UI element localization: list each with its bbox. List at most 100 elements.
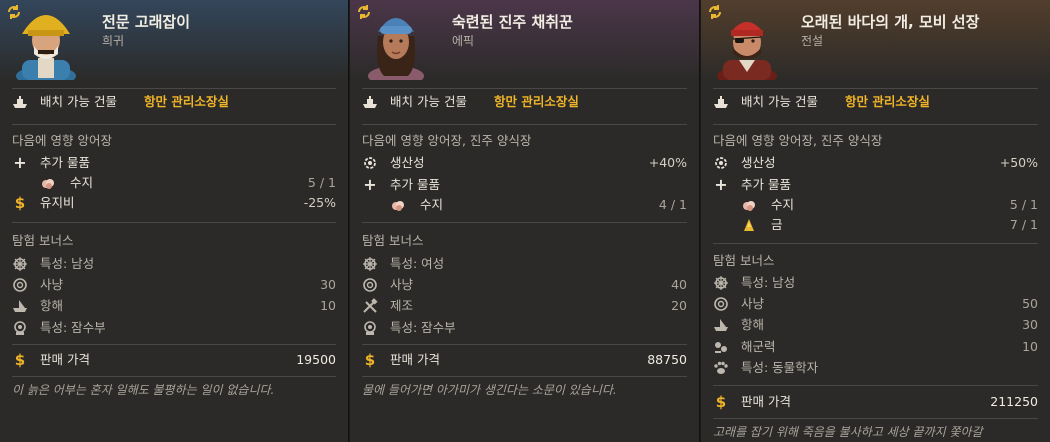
placement-row: 배치 가능 건물 항만 관리소장실 [362, 92, 687, 112]
affects-text: 다음에 영향 앙어장 [12, 133, 112, 148]
placement-building[interactable]: 항만 관리소장실 [144, 92, 229, 112]
divider [12, 222, 336, 223]
card-header: 숙련된 진주 채취꾼 에픽 [350, 0, 699, 82]
dollar-icon: $ [715, 393, 727, 411]
wheel-icon [363, 257, 377, 271]
divider [12, 124, 336, 125]
item-card-1[interactable]: 전문 고래잡이 희귀 배치 가능 건물 항만 관리소장실 다음에 영향 앙어장 … [0, 0, 349, 442]
bonus-label: 특성: 잠수부 [40, 320, 106, 335]
rarity-label: 희귀 [102, 34, 125, 48]
navy-icon [715, 342, 727, 353]
bonus-row: 사냥 30 [12, 275, 336, 295]
stat-label: 수지 [70, 175, 94, 190]
bonus-label: 특성: 잠수부 [390, 320, 456, 335]
bonus-label: 항해 [40, 298, 64, 313]
stat-row: + 추가 물품 [12, 153, 336, 173]
divider [12, 376, 336, 377]
bonus-value: 50 [1022, 296, 1038, 311]
portrait-captain [717, 22, 777, 80]
dollar-icon: $ [364, 351, 376, 369]
crosshair-icon [13, 278, 27, 292]
divider [362, 222, 687, 223]
bonus-label: 항해 [741, 317, 765, 332]
resin-icon [42, 179, 54, 189]
ship-icon [13, 300, 27, 312]
gear-icon [715, 157, 727, 169]
item-card-2[interactable]: 숙련된 진주 채취꾼 에픽 배치 가능 건물 항만 관리소장실 다음에 영향 앙… [350, 0, 700, 442]
bonus-value: 30 [1022, 317, 1038, 332]
ship-icon [13, 96, 27, 108]
card-header: 전문 고래잡이 희귀 [0, 0, 348, 82]
price-label: 판매 가격 [40, 352, 90, 367]
stat-label: 추가 물품 [40, 155, 90, 170]
divider [713, 385, 1038, 386]
bonus-label: 해군력 [741, 339, 776, 354]
divider [362, 344, 687, 345]
stat-row: 금 7 / 1 [713, 215, 1038, 235]
resin-icon [392, 201, 404, 211]
stat-value: 5 / 1 [307, 175, 336, 190]
wheel-icon [13, 257, 27, 271]
affects-text: 다음에 영향 앙어장, 진주 양식장 [362, 133, 532, 148]
placement-building[interactable]: 항만 관리소장실 [494, 92, 579, 112]
placement-label: 배치 가능 건물 [40, 94, 117, 109]
placement-building[interactable]: 항만 관리소장실 [845, 92, 930, 112]
bonus-value: 40 [671, 277, 687, 292]
bonus-label: 특성: 여성 [390, 256, 445, 271]
stat-value: 5 / 1 [1009, 197, 1038, 212]
card-title: 전문 고래잡이 [102, 13, 191, 31]
stat-label: 수지 [771, 197, 795, 212]
ship-icon [714, 319, 728, 331]
paw-icon [714, 361, 728, 374]
diver-icon [364, 321, 376, 335]
stat-row: 수지 4 / 1 [362, 195, 687, 215]
divider [713, 418, 1038, 419]
placement-label: 배치 가능 건물 [390, 94, 467, 109]
bonus-label: 사냥 [390, 277, 414, 292]
divider [362, 124, 687, 125]
stat-label: 금 [771, 217, 783, 232]
divider [362, 88, 687, 89]
flavor-quote: 이 늙은 어부는 혼자 일해도 불평하는 일이 없습니다. [12, 383, 275, 397]
divider [713, 124, 1038, 125]
ship-icon [363, 96, 377, 108]
bonus-row: 사냥 50 [713, 294, 1038, 314]
flavor-quote: 고래를 잡기 위해 죽음을 불사하고 세상 끝까지 쫓아갈 [713, 425, 983, 439]
plus-icon: + [363, 175, 377, 194]
stat-label: 추가 물품 [741, 177, 791, 192]
plus-icon: + [13, 153, 27, 172]
bonus-row: 특성: 남성 [713, 273, 1038, 293]
bonus-label: 사냥 [40, 277, 64, 292]
price-row: $ 판매 가격 211250 [713, 392, 1038, 412]
bonus-label: 특성: 남성 [741, 275, 796, 290]
stat-value: 7 / 1 [1009, 217, 1038, 232]
bonus-row: 사냥 40 [362, 275, 687, 295]
price-value: 88750 [647, 352, 687, 367]
stat-value: +40% [648, 155, 687, 170]
item-card-3[interactable]: 오래된 바다의 개, 모비 선장 전설 배치 가능 건물 항만 관리소장실 다음… [701, 0, 1050, 442]
bonus-label: 특성: 동물학자 [741, 360, 819, 375]
bonus-row: 항해 30 [713, 315, 1038, 335]
bonus-row: 제조 20 [362, 296, 687, 316]
portrait-fisherman [16, 15, 76, 80]
stat-row: 수지 5 / 1 [713, 195, 1038, 215]
rarity-label: 전설 [801, 34, 824, 48]
divider [713, 88, 1038, 89]
crosshair-icon [363, 278, 377, 292]
placement-label: 배치 가능 건물 [741, 94, 818, 109]
stat-row: + 추가 물품 [362, 175, 687, 195]
stat-label: 생산성 [390, 155, 425, 170]
stat-label: 생산성 [741, 155, 776, 170]
crosshair-icon [714, 297, 728, 311]
dollar-icon: $ [14, 351, 26, 369]
resin-icon [743, 201, 755, 211]
plus-icon: + [714, 175, 728, 194]
divider [12, 88, 336, 89]
stat-label: 수지 [420, 197, 444, 212]
affects-text: 다음에 영향 앙어장, 진주 양식장 [713, 133, 883, 148]
gold-icon [744, 219, 754, 231]
stat-row: 생산성 +40% [362, 153, 687, 173]
expedition-title: 탐험 보너스 [362, 233, 424, 248]
bonus-label: 특성: 남성 [40, 256, 95, 271]
expedition-title: 탐험 보너스 [12, 233, 74, 248]
